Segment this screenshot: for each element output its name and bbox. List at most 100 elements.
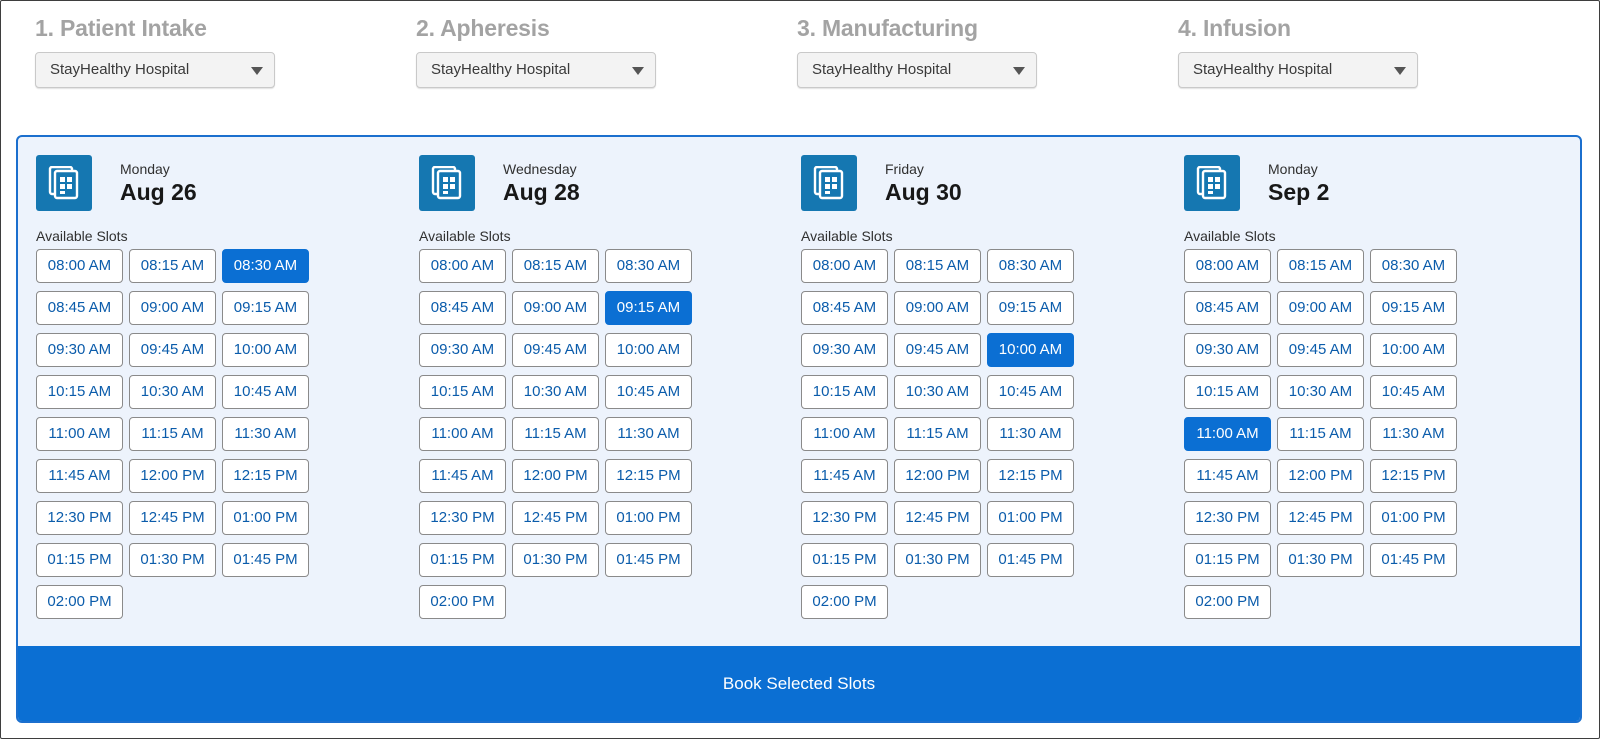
time-slot-button[interactable]: 11:15 AM bbox=[894, 417, 981, 451]
time-slot-button[interactable]: 11:45 AM bbox=[801, 459, 888, 493]
time-slot-button[interactable]: 09:45 AM bbox=[894, 333, 981, 367]
time-slot-button[interactable]: 01:15 PM bbox=[801, 543, 888, 577]
time-slot-button[interactable]: 11:45 AM bbox=[419, 459, 506, 493]
time-slot-button[interactable]: 08:15 AM bbox=[1277, 249, 1364, 283]
time-slot-button[interactable]: 01:45 PM bbox=[987, 543, 1074, 577]
time-slot-button[interactable]: 08:45 AM bbox=[801, 291, 888, 325]
time-slot-button[interactable]: 01:30 PM bbox=[512, 543, 599, 577]
time-slot-button[interactable]: 10:30 AM bbox=[512, 375, 599, 409]
time-slot-button[interactable]: 08:30 AM bbox=[605, 249, 692, 283]
time-slot-button[interactable]: 11:00 AM bbox=[419, 417, 506, 451]
time-slot-button[interactable]: 08:00 AM bbox=[36, 249, 123, 283]
time-slot-button[interactable]: 12:30 PM bbox=[419, 501, 506, 535]
time-slot-button[interactable]: 11:15 AM bbox=[512, 417, 599, 451]
time-slot-button[interactable]: 09:00 AM bbox=[129, 291, 216, 325]
location-select[interactable]: StayHealthy Hospital bbox=[416, 52, 656, 88]
time-slot-button[interactable]: 01:00 PM bbox=[1370, 501, 1457, 535]
time-slot-button[interactable]: 08:30 AM bbox=[987, 249, 1074, 283]
time-slot-button[interactable]: 11:30 AM bbox=[1370, 417, 1457, 451]
location-select[interactable]: StayHealthy Hospital bbox=[797, 52, 1037, 88]
time-slot-button[interactable]: 09:15 AM bbox=[605, 291, 692, 325]
time-slot-button[interactable]: 10:15 AM bbox=[1184, 375, 1271, 409]
time-slot-button[interactable]: 09:30 AM bbox=[1184, 333, 1271, 367]
time-slot-button[interactable]: 08:15 AM bbox=[129, 249, 216, 283]
time-slot-button[interactable]: 09:45 AM bbox=[512, 333, 599, 367]
time-slot-button[interactable]: 10:45 AM bbox=[1370, 375, 1457, 409]
time-slot-button[interactable]: 11:30 AM bbox=[605, 417, 692, 451]
time-slot-button[interactable]: 02:00 PM bbox=[801, 585, 888, 619]
time-slot-button[interactable]: 12:45 PM bbox=[129, 501, 216, 535]
time-slot-button[interactable]: 08:00 AM bbox=[801, 249, 888, 283]
time-slot-button[interactable]: 10:15 AM bbox=[419, 375, 506, 409]
time-slot-button[interactable]: 11:00 AM bbox=[1184, 417, 1271, 451]
time-slot-button[interactable]: 01:15 PM bbox=[1184, 543, 1271, 577]
time-slot-button[interactable]: 09:15 AM bbox=[987, 291, 1074, 325]
time-slot-button[interactable]: 10:15 AM bbox=[36, 375, 123, 409]
time-slot-button[interactable]: 08:15 AM bbox=[894, 249, 981, 283]
time-slot-button[interactable]: 11:45 AM bbox=[1184, 459, 1271, 493]
time-slot-button[interactable]: 01:30 PM bbox=[1277, 543, 1364, 577]
time-slot-button[interactable]: 08:45 AM bbox=[36, 291, 123, 325]
time-slot-button[interactable]: 11:00 AM bbox=[36, 417, 123, 451]
time-slot-button[interactable]: 09:30 AM bbox=[801, 333, 888, 367]
time-slot-button[interactable]: 01:45 PM bbox=[1370, 543, 1457, 577]
time-slot-button[interactable]: 10:45 AM bbox=[222, 375, 309, 409]
time-slot-button[interactable]: 10:30 AM bbox=[1277, 375, 1364, 409]
time-slot-button[interactable]: 08:00 AM bbox=[419, 249, 506, 283]
time-slot-button[interactable]: 09:15 AM bbox=[1370, 291, 1457, 325]
time-slot-button[interactable]: 09:15 AM bbox=[222, 291, 309, 325]
time-slot-button[interactable]: 12:00 PM bbox=[1277, 459, 1364, 493]
time-slot-button[interactable]: 10:45 AM bbox=[987, 375, 1074, 409]
time-slot-button[interactable]: 10:00 AM bbox=[222, 333, 309, 367]
time-slot-button[interactable]: 12:00 PM bbox=[129, 459, 216, 493]
time-slot-button[interactable]: 10:00 AM bbox=[605, 333, 692, 367]
time-slot-button[interactable]: 11:30 AM bbox=[222, 417, 309, 451]
time-slot-button[interactable]: 09:00 AM bbox=[894, 291, 981, 325]
time-slot-button[interactable]: 12:30 PM bbox=[801, 501, 888, 535]
time-slot-button[interactable]: 12:30 PM bbox=[1184, 501, 1271, 535]
time-slot-button[interactable]: 11:30 AM bbox=[987, 417, 1074, 451]
time-slot-button[interactable]: 01:00 PM bbox=[605, 501, 692, 535]
time-slot-button[interactable]: 08:15 AM bbox=[512, 249, 599, 283]
time-slot-button[interactable]: 08:30 AM bbox=[1370, 249, 1457, 283]
time-slot-button[interactable]: 10:30 AM bbox=[129, 375, 216, 409]
time-slot-button[interactable]: 11:00 AM bbox=[801, 417, 888, 451]
time-slot-button[interactable]: 10:15 AM bbox=[801, 375, 888, 409]
time-slot-button[interactable]: 12:45 PM bbox=[894, 501, 981, 535]
time-slot-button[interactable]: 10:45 AM bbox=[605, 375, 692, 409]
time-slot-button[interactable]: 12:15 PM bbox=[605, 459, 692, 493]
time-slot-button[interactable]: 12:30 PM bbox=[36, 501, 123, 535]
time-slot-button[interactable]: 08:30 AM bbox=[222, 249, 309, 283]
time-slot-button[interactable]: 12:15 PM bbox=[222, 459, 309, 493]
location-select[interactable]: StayHealthy Hospital bbox=[1178, 52, 1418, 88]
time-slot-button[interactable]: 02:00 PM bbox=[36, 585, 123, 619]
time-slot-button[interactable]: 12:15 PM bbox=[987, 459, 1074, 493]
time-slot-button[interactable]: 11:15 AM bbox=[1277, 417, 1364, 451]
time-slot-button[interactable]: 01:45 PM bbox=[605, 543, 692, 577]
time-slot-button[interactable]: 01:15 PM bbox=[36, 543, 123, 577]
time-slot-button[interactable]: 01:45 PM bbox=[222, 543, 309, 577]
time-slot-button[interactable]: 09:45 AM bbox=[129, 333, 216, 367]
time-slot-button[interactable]: 01:00 PM bbox=[987, 501, 1074, 535]
time-slot-button[interactable]: 12:45 PM bbox=[1277, 501, 1364, 535]
location-select[interactable]: StayHealthy Hospital bbox=[35, 52, 275, 88]
time-slot-button[interactable]: 01:30 PM bbox=[894, 543, 981, 577]
time-slot-button[interactable]: 09:00 AM bbox=[1277, 291, 1364, 325]
time-slot-button[interactable]: 02:00 PM bbox=[419, 585, 506, 619]
time-slot-button[interactable]: 08:45 AM bbox=[419, 291, 506, 325]
time-slot-button[interactable]: 09:30 AM bbox=[36, 333, 123, 367]
time-slot-button[interactable]: 11:45 AM bbox=[36, 459, 123, 493]
time-slot-button[interactable]: 12:15 PM bbox=[1370, 459, 1457, 493]
time-slot-button[interactable]: 12:00 PM bbox=[512, 459, 599, 493]
time-slot-button[interactable]: 10:00 AM bbox=[987, 333, 1074, 367]
time-slot-button[interactable]: 09:30 AM bbox=[419, 333, 506, 367]
time-slot-button[interactable]: 01:00 PM bbox=[222, 501, 309, 535]
time-slot-button[interactable]: 01:30 PM bbox=[129, 543, 216, 577]
time-slot-button[interactable]: 10:30 AM bbox=[894, 375, 981, 409]
time-slot-button[interactable]: 08:45 AM bbox=[1184, 291, 1271, 325]
time-slot-button[interactable]: 09:00 AM bbox=[512, 291, 599, 325]
time-slot-button[interactable]: 11:15 AM bbox=[129, 417, 216, 451]
time-slot-button[interactable]: 09:45 AM bbox=[1277, 333, 1364, 367]
time-slot-button[interactable]: 01:15 PM bbox=[419, 543, 506, 577]
time-slot-button[interactable]: 12:45 PM bbox=[512, 501, 599, 535]
